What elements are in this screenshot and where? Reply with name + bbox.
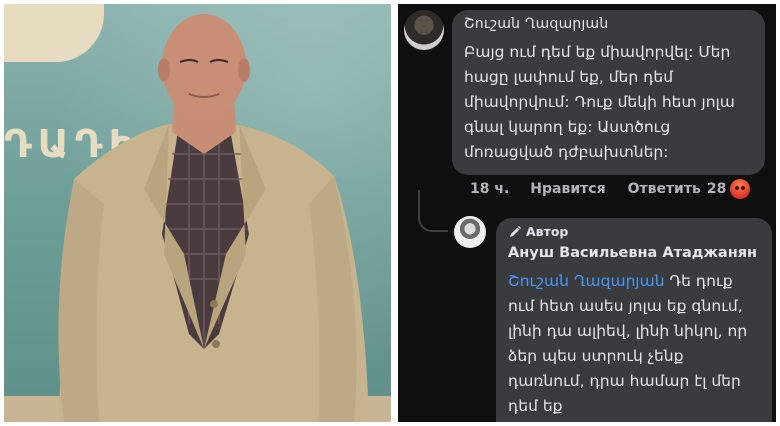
man-figure [58,14,369,422]
comment-time[interactable]: 18 ч. [470,181,509,197]
avatar[interactable] [454,216,486,248]
author-badge-label: Автор [526,224,569,239]
comment-thread: Շուշան Ղազարյան Բայց ում դեմ եք միավորվե… [398,4,776,422]
comment-actions: 18 ч. Нравится Ответить 28 [470,178,751,200]
author-badge: Автор [508,224,760,239]
reply-author[interactable]: Ануш Васильевна Атаджанян [508,243,760,263]
reply-text-body: Դե դուք ում հետ ասես յոլա եք գնում, լինի… [508,272,748,415]
comment-author[interactable]: Շուշան Ղազարյան [464,14,753,34]
avatar[interactable] [404,10,444,50]
angry-icon[interactable] [730,179,751,199]
reply-button[interactable]: Ответить [628,181,701,197]
person-photo: ԴԱԴԻ [4,4,391,422]
reaction-count[interactable]: 28 [707,181,726,197]
reply-bubble: Автор Ануш Васильевна Атаджанян Շուշան Ղ… [496,218,772,422]
reply-thread-line [418,190,448,232]
comment-bubble: Շուշան Ղազարյան Բայց ում դեմ եք միավորվե… [452,10,765,175]
reply-text: Շուշան Ղազարյան Դե դուք ում հետ ասես յոլ… [508,269,760,419]
comment-text: Բայց ում դեմ եք միավորվել: Մեր հացը լափո… [464,43,735,161]
pencil-icon [510,225,521,237]
mention-link[interactable]: Շուշան Ղազարյան [508,272,665,290]
like-button[interactable]: Нравится [530,181,605,197]
